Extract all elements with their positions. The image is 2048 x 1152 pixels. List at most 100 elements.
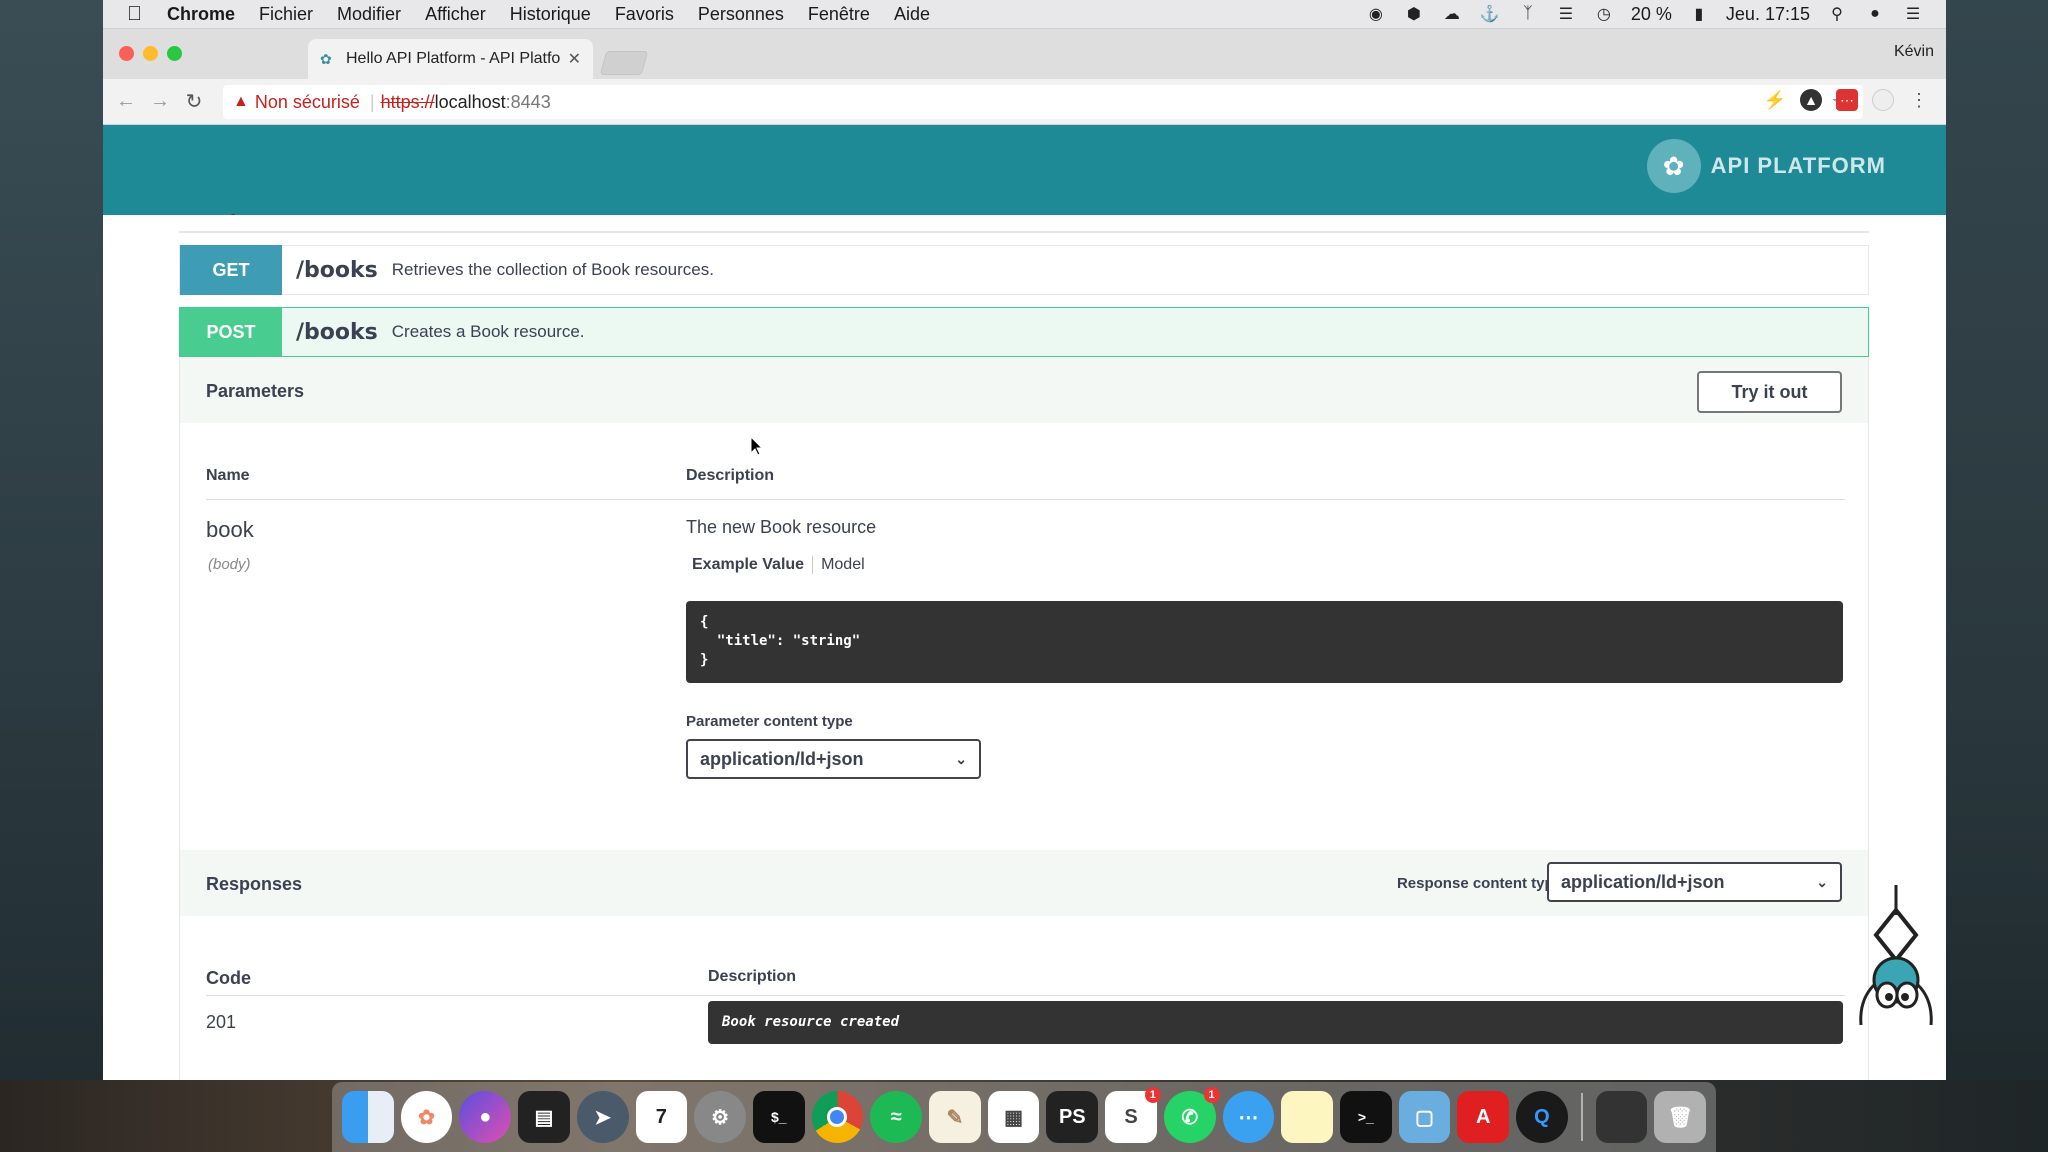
- minimized-window-icon[interactable]: [1595, 1091, 1648, 1143]
- operation-get-books[interactable]: GET /books Retrieves the collection of B…: [179, 245, 1869, 295]
- parameter-description: The new Book resource: [686, 517, 877, 537]
- column-header-description: Description: [708, 968, 797, 985]
- activity-monitor-icon[interactable]: ▤: [518, 1091, 570, 1143]
- back-arrow-icon[interactable]: ←: [109, 90, 143, 113]
- extension-circle-icon[interactable]: [1872, 89, 1894, 111]
- apple-menu-icon[interactable]: : [127, 4, 147, 24]
- menu-historique[interactable]: Historique: [510, 4, 591, 25]
- quicktime-icon[interactable]: Q: [1516, 1091, 1568, 1143]
- terminal-icon[interactable]: $_: [752, 1091, 805, 1143]
- tab-close-icon[interactable]: ✕: [568, 49, 581, 69]
- notes-icon[interactable]: [1281, 1091, 1333, 1143]
- operation-summary: Retrieves the collection of Book resourc…: [391, 260, 714, 279]
- chrome-menu-icon[interactable]: ⋮: [1908, 89, 1930, 111]
- chrome-icon[interactable]: [811, 1091, 864, 1143]
- trash-icon[interactable]: 🗑: [1654, 1091, 1707, 1143]
- menu-afficher[interactable]: Afficher: [425, 4, 486, 25]
- method-badge-post: POST: [180, 307, 282, 357]
- siri-icon[interactable]: ●: [1864, 5, 1886, 23]
- url-port: :8443: [505, 91, 551, 112]
- grid-app-icon[interactable]: ▦: [987, 1091, 1040, 1143]
- browser-tab-strip: ✿ Hello API Platform - API Platfo ✕ Kévi…: [103, 29, 1946, 79]
- api-platform-favicon-icon: ✿: [320, 50, 332, 67]
- phpstorm-icon[interactable]: PS: [1046, 1091, 1099, 1143]
- select-value: application/ld+json: [1561, 871, 1725, 892]
- parameters-title: Parameters: [206, 381, 305, 401]
- chevron-down-icon: ⌄: [1816, 873, 1828, 890]
- tab-title: Hello API Platform - API Platfo: [346, 50, 561, 67]
- time-machine-icon[interactable]: ◷: [1593, 5, 1615, 23]
- lightning-extension-icon[interactable]: ⚡: [1764, 89, 1786, 111]
- security-label[interactable]: Non sécurisé: [255, 92, 360, 113]
- response-content-type-select[interactable]: application/ld+json ⌄: [1547, 862, 1842, 902]
- notification-center-icon[interactable]: ☰: [1902, 5, 1924, 23]
- parameter-content-type-select[interactable]: application/ld+json ⌄: [686, 739, 981, 779]
- docker-icon[interactable]: ⚓: [1479, 5, 1501, 23]
- profile-name[interactable]: Kévin: [1894, 43, 1934, 61]
- whatsapp-icon[interactable]: ✆ 1: [1163, 1087, 1220, 1143]
- menu-aide[interactable]: Aide: [894, 4, 930, 25]
- browser-tab[interactable]: ✿ Hello API Platform - API Platfo ✕: [308, 39, 593, 79]
- close-window-button[interactable]: [119, 46, 134, 61]
- api-platform-topbar: ✿ API PLATFORM: [103, 125, 1946, 215]
- iterm-icon[interactable]: >_: [1339, 1091, 1392, 1143]
- photos-icon[interactable]: ✿: [400, 1091, 453, 1143]
- menu-fichier[interactable]: Fichier: [259, 4, 313, 25]
- new-tab-button[interactable]: [599, 51, 649, 75]
- menu-personnes[interactable]: Personnes: [698, 4, 784, 25]
- url-scheme: https://: [380, 91, 435, 112]
- siri-icon[interactable]: ●: [459, 1091, 512, 1143]
- section-title[interactable]: Book: [179, 209, 244, 215]
- wifi-icon[interactable]: ☰: [1555, 5, 1577, 23]
- notification-badge: 1: [1203, 1087, 1220, 1103]
- operation-post-books[interactable]: POST /books Creates a Book resource.: [179, 307, 1869, 357]
- theme-extension-icon[interactable]: ▲: [1800, 89, 1822, 111]
- menu-fenetre[interactable]: Fenêtre: [808, 4, 870, 25]
- tab-model[interactable]: Model: [821, 556, 873, 574]
- response-content-type-label: Response content type: [1396, 875, 1562, 892]
- slack-icon[interactable]: S1: [1105, 1087, 1161, 1143]
- response-code: 201: [206, 1012, 237, 1032]
- bluetooth-icon[interactable]: ᛉ: [1517, 5, 1539, 23]
- parameter-content-type-label: Parameter content type: [686, 713, 853, 730]
- record-icon[interactable]: ◉: [1365, 5, 1387, 23]
- system-preferences-gear-icon[interactable]: ⚙: [694, 1091, 746, 1143]
- menu-favoris[interactable]: Favoris: [615, 4, 674, 25]
- address-bar[interactable]: ▲ Non sécurisé | https:// localhost :844…: [223, 85, 1863, 119]
- try-it-out-button[interactable]: Try it out: [1697, 371, 1842, 413]
- lastpass-extension-icon[interactable]: ⋯: [1836, 89, 1858, 111]
- response-description: Book resource created: [708, 1001, 1843, 1044]
- battery-percentage: 20 %: [1630, 3, 1672, 24]
- column-header-code: Code: [206, 968, 251, 988]
- keynote-icon[interactable]: ▢: [1398, 1091, 1451, 1143]
- calendar-icon[interactable]: 7: [635, 1091, 688, 1143]
- battery-icon[interactable]: ▮: [1688, 5, 1710, 23]
- responses-header: Responses Response content type applicat…: [180, 850, 1868, 916]
- cube-icon[interactable]: ⬢: [1403, 5, 1425, 23]
- mouse-cursor-icon: [751, 437, 763, 455]
- messages-icon[interactable]: ⋯: [1222, 1091, 1275, 1143]
- reload-icon[interactable]: ↻: [177, 89, 211, 114]
- tab-example-value[interactable]: Example Value: [692, 556, 814, 574]
- spotlight-search-icon[interactable]: ⚲: [1826, 5, 1848, 23]
- spotify-icon[interactable]: ≈: [870, 1091, 923, 1143]
- column-header-name: Name: [206, 467, 250, 484]
- menubar-clock[interactable]: Jeu. 17:15: [1726, 4, 1810, 25]
- adobe-acrobat-icon[interactable]: A: [1457, 1091, 1510, 1143]
- menu-app-chrome[interactable]: Chrome: [167, 4, 235, 25]
- forward-arrow-icon[interactable]: →: [143, 90, 177, 113]
- operation-path: /books: [296, 257, 378, 283]
- column-header-description: Description: [686, 467, 775, 484]
- notes-pencil-icon[interactable]: ✎: [929, 1091, 981, 1143]
- zoom-window-button[interactable]: [167, 46, 182, 61]
- menu-modifier[interactable]: Modifier: [337, 4, 401, 25]
- operation-path: /books: [296, 319, 378, 345]
- api-platform-logo[interactable]: ✿ API PLATFORM: [1646, 139, 1886, 193]
- browser-toolbar: ← → ↻ ▲ Non sécurisé | https:// localhos…: [103, 79, 1946, 125]
- desktop-background-right: [1946, 0, 2048, 1152]
- launchpad-rocket-icon[interactable]: ➤: [576, 1091, 629, 1143]
- finder-icon[interactable]: [342, 1091, 394, 1143]
- creative-cloud-icon[interactable]: ☁: [1441, 5, 1463, 23]
- minimize-window-button[interactable]: [143, 46, 158, 61]
- url-host: localhost: [434, 91, 506, 112]
